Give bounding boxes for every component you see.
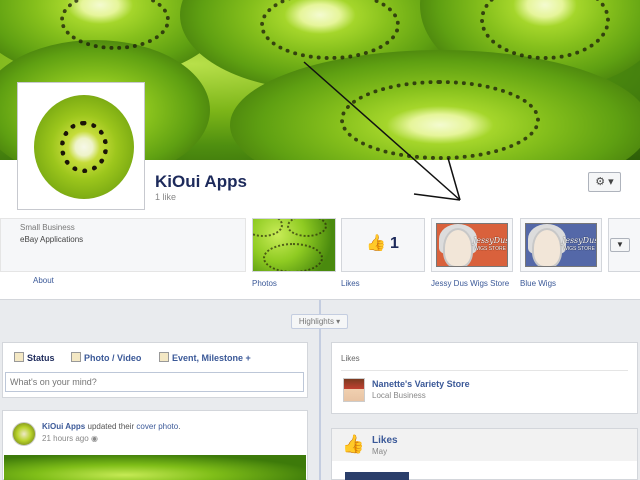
tab-event-milestone[interactable]: Event, Milestone + [159, 352, 251, 363]
likes-activity-date: May [372, 447, 388, 456]
photo-icon [71, 352, 81, 362]
post-timestamp[interactable]: 21 hours ago ◉ [42, 434, 98, 443]
jessy-dus-tile[interactable]: JessyDus WIGS STORE [431, 218, 513, 272]
photos-tile[interactable] [252, 218, 336, 272]
kiwi-logo [34, 95, 134, 199]
blue-wigs-tile-label[interactable]: Blue Wigs [520, 279, 556, 288]
wig-store-image: JessyDus WIGS STORE [436, 223, 508, 267]
page-title[interactable]: KiOui Apps [155, 172, 247, 192]
status-input[interactable] [5, 372, 304, 392]
liked-page-avatar[interactable] [343, 378, 365, 402]
post-author[interactable]: KiOui Apps [42, 422, 85, 431]
post-image[interactable] [4, 455, 306, 480]
jessy-dus-tile-label[interactable]: Jessy Dus Wigs Store [431, 279, 509, 288]
blue-wigs-tile[interactable]: JessyDus WIGS STORE [520, 218, 602, 272]
gear-icon: ⚙ ▾ [595, 176, 614, 188]
divider [341, 370, 628, 371]
profile-picture[interactable] [17, 82, 145, 210]
likes-activity-title[interactable]: Likes [372, 435, 398, 446]
page-like-count: 1 like [155, 192, 177, 202]
likes-box [331, 342, 638, 414]
page-category: Small Business [20, 223, 75, 232]
tab-status[interactable]: Status [14, 352, 55, 363]
cover-photo-link[interactable]: cover photo [136, 422, 178, 431]
thumbs-up-icon: 👍 [342, 434, 365, 454]
status-icon [14, 352, 24, 362]
globe-icon: ◉ [90, 434, 98, 443]
liked-page-category: Local Business [372, 391, 426, 400]
likes-tile-label[interactable]: Likes [341, 279, 360, 288]
liked-page-name[interactable]: Nanette's Variety Store [372, 379, 470, 389]
avatar[interactable] [12, 422, 36, 446]
photos-tile-label[interactable]: Photos [252, 279, 277, 288]
chevron-down-icon: ▼ [616, 240, 624, 249]
tab-photo-video[interactable]: Photo / Video [71, 352, 141, 363]
liked-item-thumbnail[interactable] [345, 472, 409, 480]
calendar-icon [159, 352, 169, 362]
page-description: eBay Applications [20, 235, 84, 244]
more-tiles-button[interactable]: ▼ [610, 238, 630, 252]
thumbs-up-icon: 👍 [366, 235, 386, 252]
about-link[interactable]: About [33, 276, 54, 285]
wig-store-image: JessyDus WIGS STORE [525, 223, 597, 267]
post-headline: KiOui Apps updated their cover photo. [42, 422, 181, 431]
settings-button[interactable]: ⚙ ▾ [588, 172, 621, 192]
likes-count: 1 [390, 235, 399, 252]
highlights-dropdown[interactable]: Highlights ▾ [291, 314, 348, 329]
likes-box-title: Likes [341, 354, 360, 363]
